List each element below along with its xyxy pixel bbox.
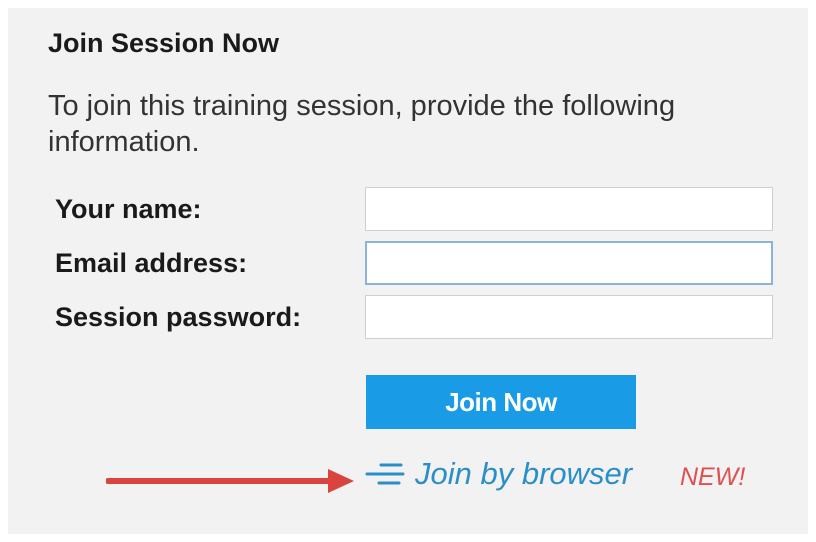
session-password-input[interactable] (365, 295, 773, 339)
instructions-text: To join this training session, provide t… (48, 90, 676, 158)
speed-lines-icon (365, 463, 405, 485)
email-input[interactable] (365, 241, 773, 285)
new-badge: NEW! (680, 463, 746, 491)
panel-title: Join Session Now (48, 28, 280, 58)
join-now-button[interactable]: Join Now (366, 375, 636, 429)
annotation-arrow (106, 469, 354, 493)
join-by-browser-label: Join by browser (415, 456, 633, 491)
name-input[interactable] (365, 187, 773, 231)
email-label: Email address: (55, 248, 248, 278)
join-session-panel: Join Session Now To join this training s… (8, 8, 808, 534)
password-label: Session password: (55, 302, 302, 332)
name-label: Your name: (55, 194, 202, 224)
join-by-browser-link[interactable]: Join by browser (365, 456, 632, 492)
